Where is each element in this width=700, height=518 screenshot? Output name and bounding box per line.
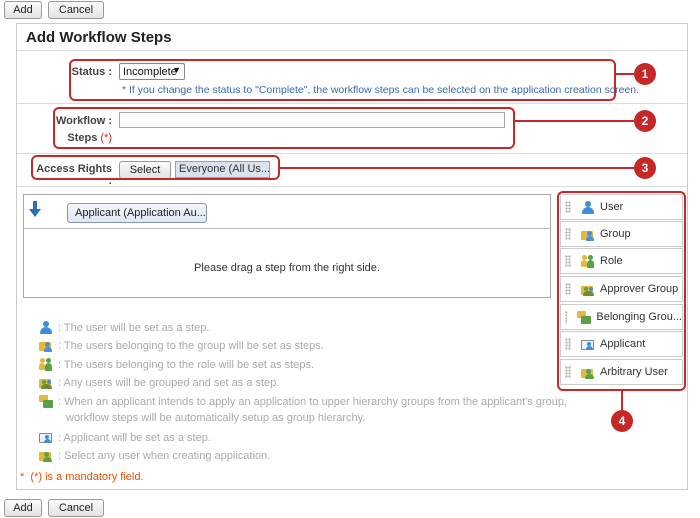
mandatory-text: (*) is a mandatory field. [30, 471, 144, 483]
legend-text: : The users belonging to the group will … [58, 339, 324, 352]
callout-number-1: 1 [634, 63, 656, 85]
legend-item: : Applicant will be set as a step. [39, 431, 211, 444]
legend-item-continued: workflow steps will be automatically set… [66, 412, 366, 424]
add-button-bottom[interactable]: Add [4, 499, 42, 517]
mandatory-note: * (*) is a mandatory field. [20, 471, 144, 483]
legend-text: : When an applicant intends to apply an … [58, 395, 568, 408]
page-title: Add Workflow Steps [26, 29, 172, 46]
divider [17, 103, 687, 104]
legend-item: : The users belonging to the role will b… [39, 358, 314, 371]
legend-text: : The user will be set as a step. [58, 321, 210, 334]
belonging-group-icon [39, 395, 53, 408]
divider [17, 186, 687, 187]
callout-leader-1 [616, 73, 634, 75]
callout-box-3 [31, 155, 280, 180]
legend-text: : Select any user when creating applicat… [58, 449, 271, 462]
callout-number-4: 4 [611, 410, 633, 432]
drop-hint: Please drag a step from the right side. [194, 262, 380, 274]
callout-leader-4 [621, 391, 623, 410]
callout-leader-3 [280, 167, 634, 169]
divider [17, 153, 687, 154]
callout-box-4 [557, 191, 686, 391]
legend-item: : Select any user when creating applicat… [39, 449, 270, 462]
approver-group-icon [39, 376, 53, 389]
legend-text: : Any users will be grouped and set as a… [58, 376, 280, 389]
callout-number-3: 3 [634, 157, 656, 179]
mandatory-star: * [20, 471, 25, 483]
callout-box-2 [53, 107, 515, 149]
legend-item: : The user will be set as a step. [39, 321, 209, 334]
legend-item: : When an applicant intends to apply an … [39, 395, 567, 408]
applicant-icon [39, 431, 53, 444]
add-button-top[interactable]: Add [4, 1, 42, 19]
legend-item: : The users belonging to the group will … [39, 339, 324, 352]
callout-box-1 [69, 59, 616, 101]
cancel-button-bottom[interactable]: Cancel [48, 499, 104, 517]
arbitrary-user-icon [39, 449, 53, 462]
legend-text: : The users belonging to the role will b… [58, 358, 314, 371]
legend-item: : Any users will be grouped and set as a… [39, 376, 279, 389]
legend-text: : Applicant will be set as a step. [58, 431, 211, 444]
arrow-down-icon [29, 201, 41, 217]
user-icon [39, 321, 53, 334]
applicant-step-button[interactable]: Applicant (Application Au... [67, 203, 207, 223]
callout-leader-2 [515, 120, 634, 122]
callout-number-2: 2 [634, 110, 656, 132]
divider [17, 50, 687, 51]
group-icon [39, 339, 53, 352]
cancel-button-top[interactable]: Cancel [48, 1, 104, 19]
role-icon [39, 358, 53, 371]
